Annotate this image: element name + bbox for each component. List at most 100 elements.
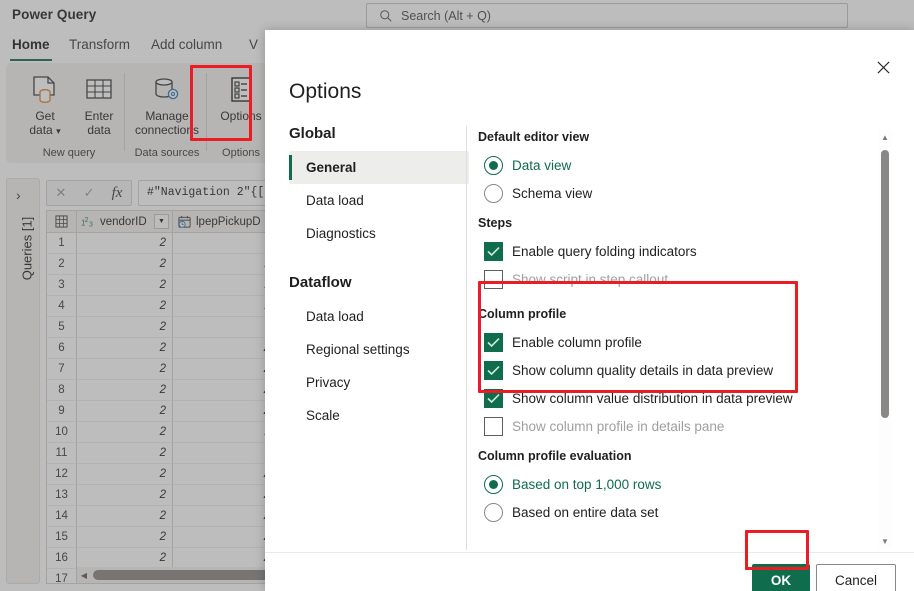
checkbox-unchecked-icon[interactable] <box>484 269 503 289</box>
tab-transform[interactable]: Transform <box>63 35 136 61</box>
options-dialog: Options Global General Data load Diagnos… <box>265 30 914 591</box>
cell-vendorid[interactable]: 2 <box>77 527 173 548</box>
row-index-cell: 17 <box>47 569 77 583</box>
row-index-cell: 11 <box>47 443 77 464</box>
nav-item-data-load-global[interactable]: Data load <box>289 184 469 217</box>
checkbox-checked-icon[interactable] <box>484 241 503 261</box>
options-icon <box>228 73 254 107</box>
get-data-button[interactable]: Get data ▾ <box>16 67 74 139</box>
radio-row-data-view[interactable]: Data view <box>484 151 882 179</box>
row-index-cell: 6 <box>47 338 77 359</box>
nav-item-scale[interactable]: Scale <box>289 399 469 432</box>
cell-vendorid[interactable]: 2 <box>77 443 173 464</box>
radio-schema-view-icon[interactable] <box>484 183 503 203</box>
power-query-window: Power Query Search (Alt + Q) Home Transf… <box>0 0 914 591</box>
fx-icon[interactable]: fx <box>112 185 123 202</box>
checkbox-row-enable-query-folding-indicators[interactable]: Enable query folding indicators <box>484 237 882 265</box>
ribbon-separator-2 <box>206 73 207 151</box>
cell-vendorid[interactable]: 2 <box>77 338 173 359</box>
row-index-cell: 16 <box>47 548 77 569</box>
checkbox-checked-icon[interactable] <box>484 360 503 380</box>
number-type-icon: 1 2 3 <box>81 216 96 228</box>
cell-vendorid[interactable]: 2 <box>77 296 173 317</box>
cell-vendorid[interactable]: 2 <box>77 233 173 254</box>
caret-down-icon[interactable]: ▼ <box>878 534 892 548</box>
checkbox-row-show-script-in-step-callout[interactable]: Show script in step callout <box>484 265 882 293</box>
checkbox-row-enable-column-profile[interactable]: Enable column profile <box>484 328 882 356</box>
nav-item-privacy[interactable]: Privacy <box>289 366 469 399</box>
tab-view[interactable]: V <box>243 35 264 61</box>
checkbox-row-show-column-quality-details[interactable]: Show column quality details in data prev… <box>484 356 882 384</box>
cell-vendorid[interactable]: 2 <box>77 317 173 338</box>
row-index-cell: 13 <box>47 485 77 506</box>
grid-column-header-vendorid[interactable]: 1 2 3 vendorID ▼ <box>77 211 173 232</box>
cell-vendorid[interactable]: 2 <box>77 485 173 506</box>
tab-home[interactable]: Home <box>6 35 56 61</box>
radio-entire-dataset-icon[interactable] <box>484 502 503 522</box>
nav-item-label: Data load <box>306 309 364 324</box>
cell-vendorid[interactable]: 2 <box>77 548 173 569</box>
cell-vendorid[interactable]: 2 <box>77 401 173 422</box>
select-all-icon[interactable] <box>47 211 77 232</box>
search-placeholder: Search (Alt + Q) <box>401 8 491 23</box>
nav-item-label: General <box>306 160 357 175</box>
radio-row-schema-view[interactable]: Schema view <box>484 179 882 207</box>
options-ribbon-button[interactable]: Options <box>212 67 270 139</box>
checkbox-label: Show column quality details in data prev… <box>512 362 774 378</box>
checkbox-unchecked-icon[interactable] <box>484 416 503 436</box>
dialog-settings-pane: Default editor view Data view Schema vie… <box>478 130 882 548</box>
queries-pane-collapsed[interactable]: › Queries [1] <box>6 178 40 584</box>
search-icon <box>379 9 393 23</box>
radio-row-based-on-top-1000-rows[interactable]: Based on top 1,000 rows <box>484 470 882 498</box>
radio-label: Based on entire data set <box>512 504 659 520</box>
app-title: Power Query <box>12 7 97 22</box>
cell-vendorid[interactable]: 2 <box>77 506 173 527</box>
ribbon-group-new-query: Get data ▾ Enter data New query <box>14 63 124 163</box>
queries-pane-label: Queries [1] <box>19 216 35 281</box>
formula-bar-buttons: ✕ ✓ fx <box>46 180 132 206</box>
cell-vendorid[interactable]: 2 <box>77 254 173 275</box>
cell-vendorid[interactable]: 2 <box>77 380 173 401</box>
row-index-cell: 5 <box>47 317 77 338</box>
nav-item-data-load-dataflow[interactable]: Data load <box>289 300 469 333</box>
dialog-vertical-scrollbar[interactable]: ▲ ▼ <box>878 130 892 548</box>
radio-top-rows-icon[interactable] <box>484 474 503 494</box>
search-input[interactable]: Search (Alt + Q) <box>366 3 848 28</box>
dialog-scroll-thumb[interactable] <box>881 150 889 418</box>
checkbox-row-show-column-profile-in-details-pane[interactable]: Show column profile in details pane <box>484 412 882 440</box>
svg-text:3: 3 <box>89 221 93 228</box>
radio-data-view-icon[interactable] <box>484 155 503 175</box>
checkbox-label: Enable query folding indicators <box>512 243 697 259</box>
cell-vendorid[interactable]: 2 <box>77 275 173 296</box>
column-filter-dropdown-icon[interactable]: ▼ <box>154 214 169 229</box>
dialog-nav-divider <box>466 126 467 550</box>
nav-item-label: Regional settings <box>306 342 410 357</box>
nav-item-general[interactable]: General <box>289 151 469 184</box>
radio-row-based-on-entire-data-set[interactable]: Based on entire data set <box>484 498 882 526</box>
tab-add-column[interactable]: Add column <box>145 35 228 61</box>
ribbon-group-label-new-query: New query <box>42 147 96 159</box>
section-label-default-editor-view: Default editor view <box>478 130 590 144</box>
nav-item-diagnostics[interactable]: Diagnostics <box>289 217 469 250</box>
close-icon[interactable] <box>866 50 900 84</box>
nav-item-regional-settings[interactable]: Regional settings <box>289 333 469 366</box>
checkbox-checked-icon[interactable] <box>484 332 503 352</box>
row-index-cell: 15 <box>47 527 77 548</box>
caret-up-icon[interactable]: ▲ <box>878 130 892 144</box>
nav-item-label: Diagnostics <box>306 226 376 241</box>
checkbox-row-show-column-value-distribution[interactable]: Show column value distribution in data p… <box>484 384 882 412</box>
manage-connections-button[interactable]: Manage connections <box>135 67 199 139</box>
scroll-left-icon[interactable]: ◀ <box>77 571 91 580</box>
enter-data-button[interactable]: Enter data <box>70 67 128 139</box>
row-index-cell: 4 <box>47 296 77 317</box>
cancel-button[interactable]: Cancel <box>816 564 896 591</box>
checkbox-checked-icon[interactable] <box>484 388 503 408</box>
check-icon[interactable]: ✓ <box>84 185 95 201</box>
cell-vendorid[interactable]: 2 <box>77 464 173 485</box>
close-icon[interactable]: ✕ <box>56 185 67 201</box>
section-label-steps: Steps <box>478 216 513 230</box>
ok-button[interactable]: OK <box>752 564 810 591</box>
cell-vendorid[interactable]: 2 <box>77 422 173 443</box>
cell-vendorid[interactable]: 2 <box>77 359 173 380</box>
